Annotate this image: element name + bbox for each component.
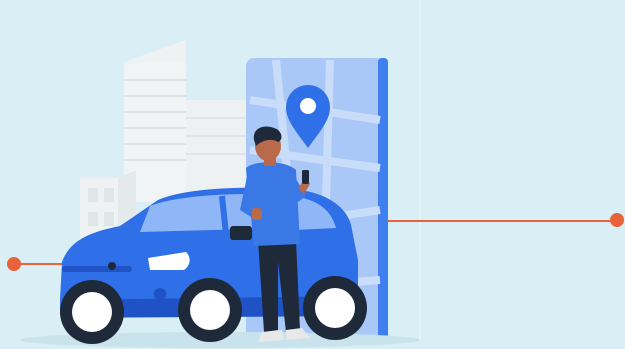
hero-illustration (0, 0, 625, 349)
smartphone-icon (302, 170, 309, 184)
car-mirror (230, 226, 252, 240)
illustration-svg (0, 0, 625, 349)
route-dot-left (7, 257, 21, 271)
route-dot-right (610, 213, 624, 227)
